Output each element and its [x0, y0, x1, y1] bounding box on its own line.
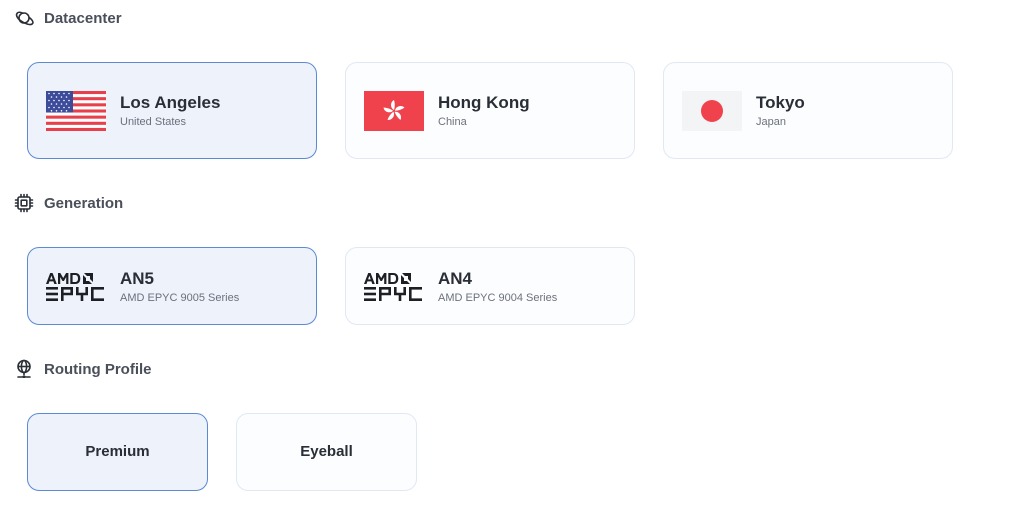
cpu-chip-icon	[14, 193, 34, 213]
routing-option-title: Eyeball	[300, 443, 353, 460]
datacenter-option-text: Los Angeles United States	[120, 92, 220, 129]
generation-option-text: AN5 AMD EPYC 9005 Series	[120, 268, 239, 305]
hk-flag-icon	[364, 90, 424, 131]
amd-epyc-logo	[364, 266, 424, 306]
generation-option-subtitle: AMD EPYC 9005 Series	[120, 291, 240, 304]
generation-option-an5[interactable]: AN5 AMD EPYC 9005 Series	[27, 247, 317, 325]
datacenter-option-subtitle: Japan	[756, 116, 786, 128]
datacenter-option-text: Hong Kong China	[438, 92, 530, 129]
routing-option-eyeball[interactable]: Eyeball	[236, 413, 417, 491]
datacenter-option-los-angeles[interactable]: Los Angeles United States	[27, 62, 317, 159]
datacenter-option-title: Los Angeles	[120, 93, 221, 112]
datacenter-option-subtitle: China	[438, 116, 467, 128]
routing-heading: Routing Profile	[14, 359, 152, 379]
generation-option-an4[interactable]: AN4 AMD EPYC 9004 Series	[345, 247, 635, 325]
planet-icon	[14, 8, 34, 28]
generation-heading: Generation	[14, 193, 123, 213]
generation-option-subtitle: AMD EPYC 9004 Series	[438, 291, 558, 304]
datacenter-option-title: Hong Kong	[438, 93, 530, 112]
datacenter-option-tokyo[interactable]: Tokyo Japan	[663, 62, 953, 159]
jp-flag-icon	[682, 90, 742, 131]
us-flag-icon	[46, 90, 106, 131]
datacenter-heading: Datacenter	[14, 8, 122, 28]
generation-option-title: AN5	[120, 268, 155, 288]
generation-heading-label: Generation	[44, 194, 124, 212]
datacenter-option-subtitle: United States	[120, 116, 187, 128]
datacenter-option-text: Tokyo Japan	[756, 92, 805, 129]
generation-option-text: AN4 AMD EPYC 9004 Series	[438, 268, 557, 305]
routing-option-title: Premium	[85, 443, 150, 460]
datacenter-option-hong-kong[interactable]: Hong Kong China	[345, 62, 635, 159]
routing-heading-label: Routing Profile	[44, 360, 152, 378]
datacenter-heading-label: Datacenter	[44, 9, 122, 27]
generation-option-title: AN4	[438, 268, 473, 288]
globe-network-icon	[14, 359, 34, 379]
amd-epyc-logo	[46, 266, 106, 306]
routing-option-premium[interactable]: Premium	[27, 413, 208, 491]
datacenter-option-title: Tokyo	[756, 93, 805, 112]
